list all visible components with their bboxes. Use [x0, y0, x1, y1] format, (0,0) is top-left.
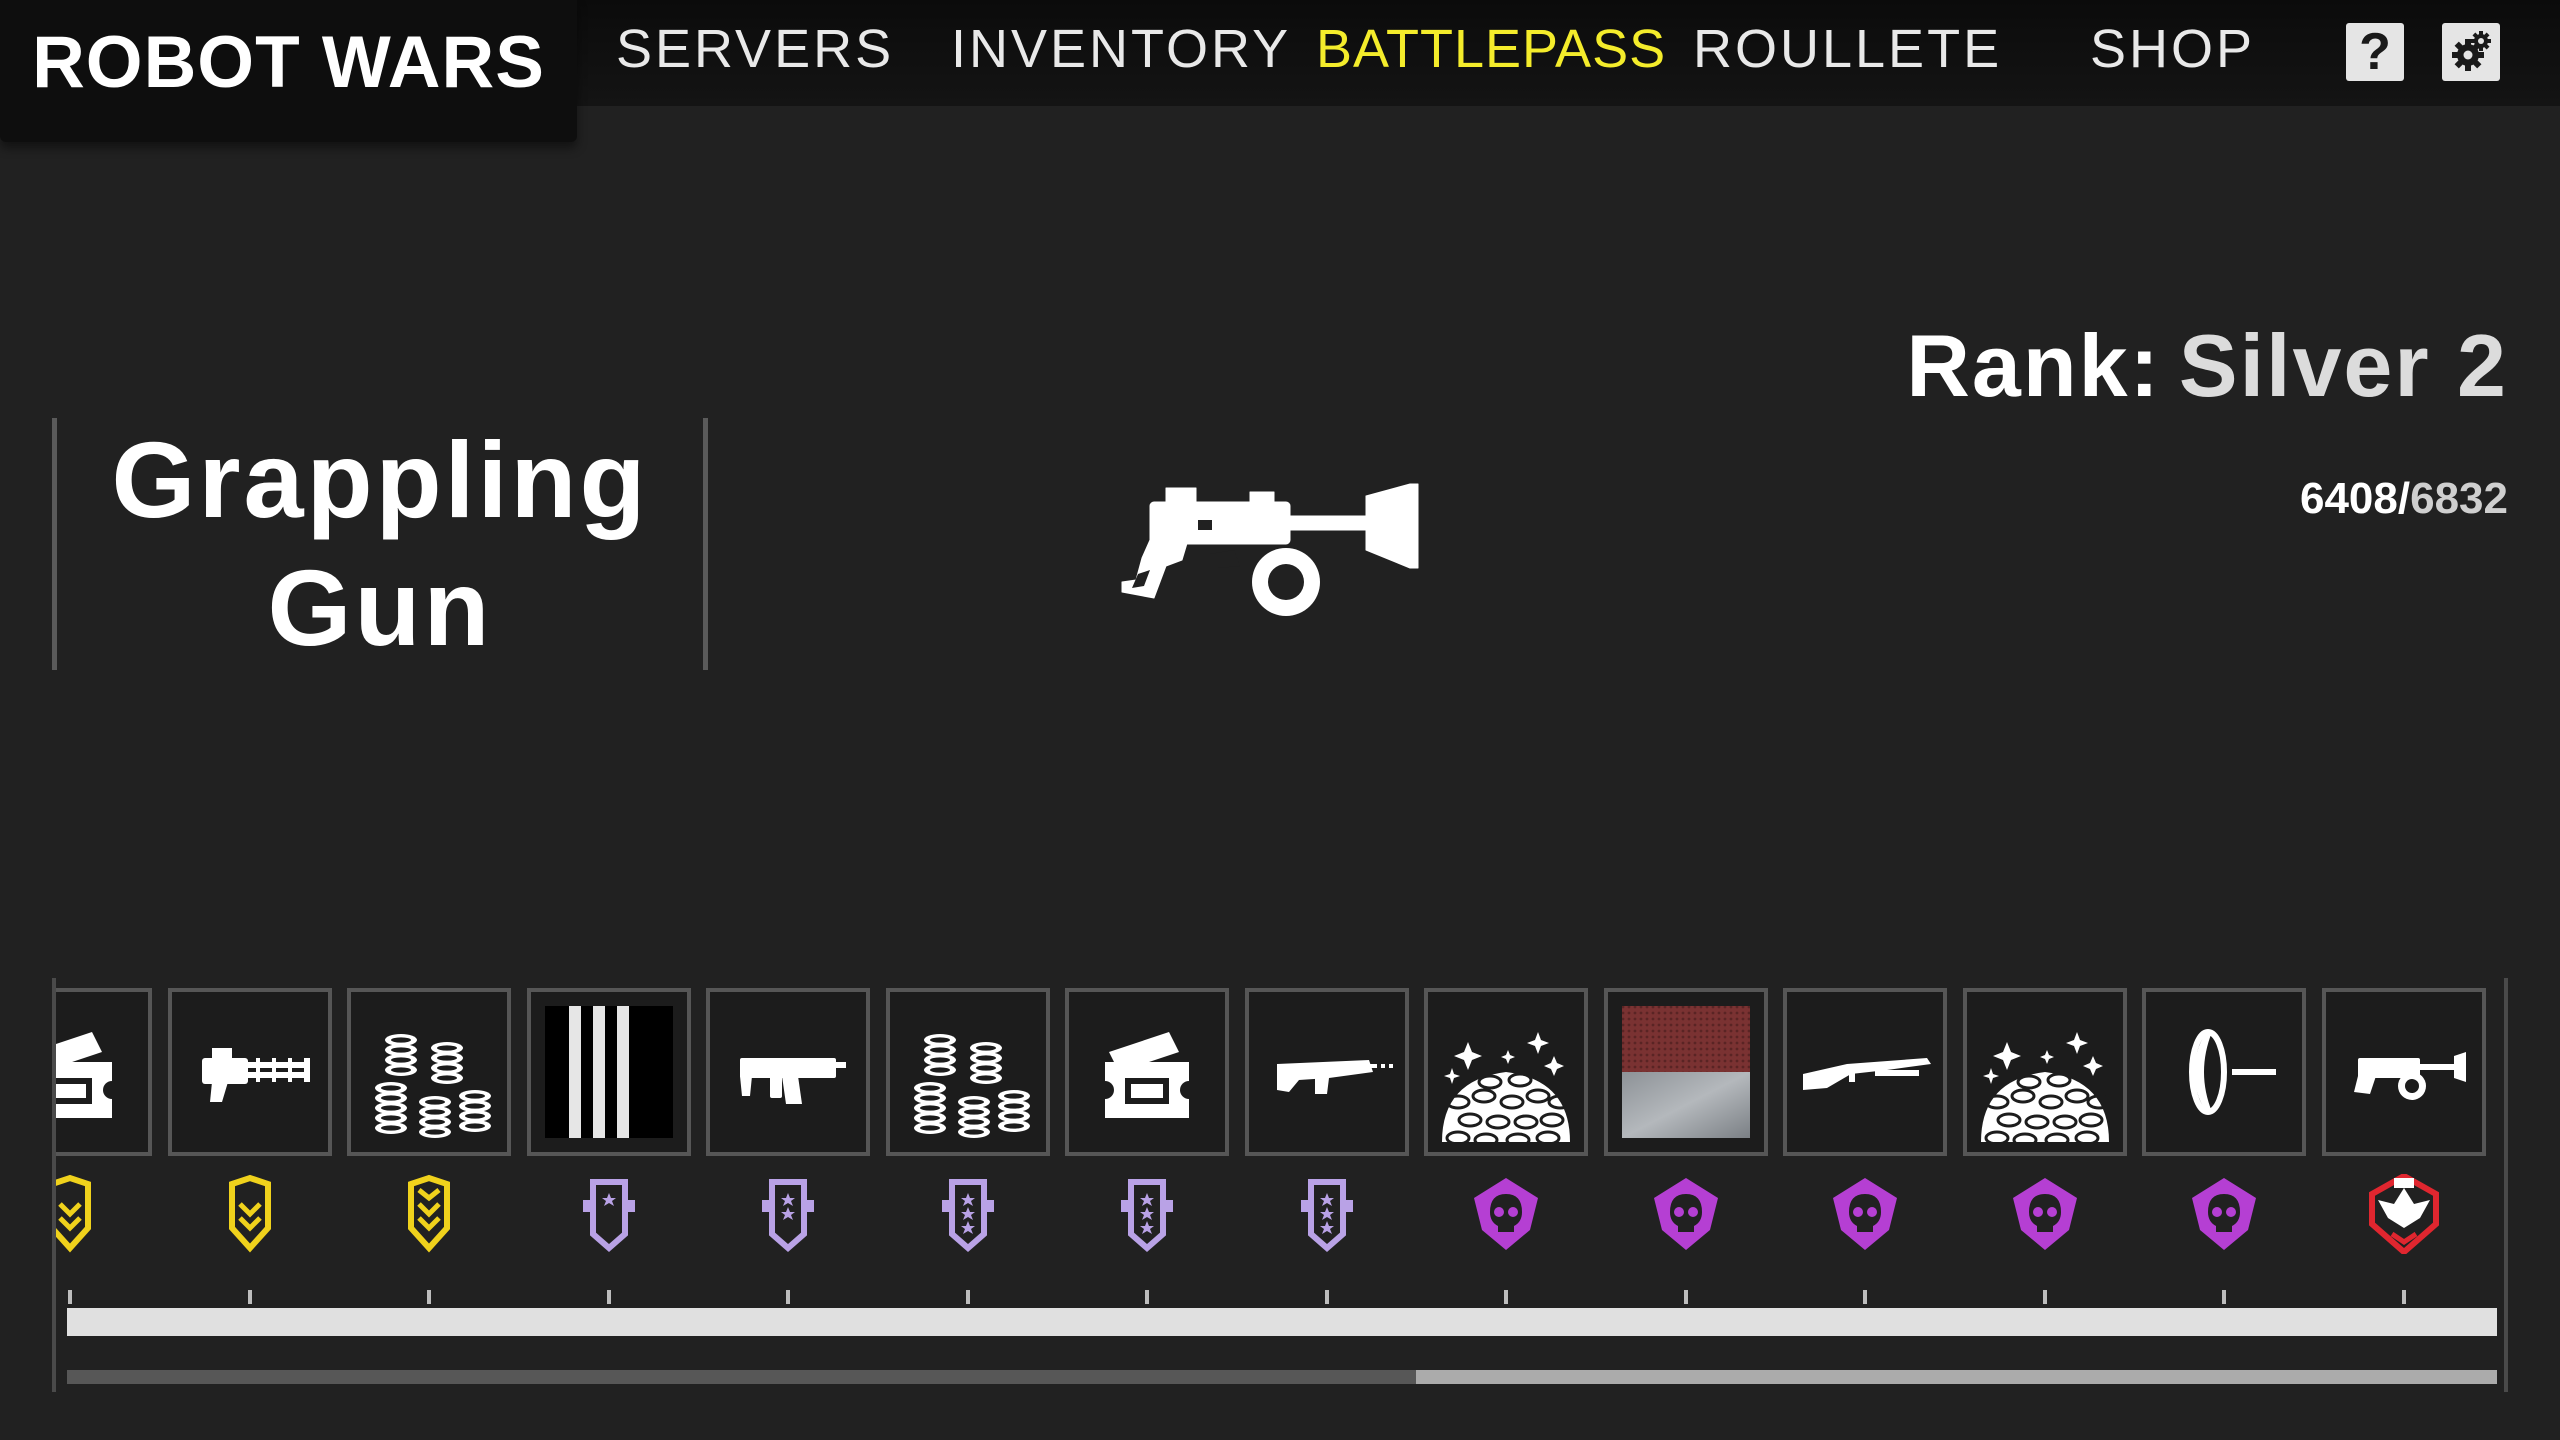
rank-badge-silver-5-icon	[1287, 1174, 1367, 1254]
reward-slot[interactable]	[706, 988, 870, 1156]
rank-badge-skull-5-icon	[2184, 1174, 2264, 1254]
xp-counter: 6408/6832	[2300, 474, 2508, 524]
tier-tick	[2222, 1290, 2226, 1304]
tier-tick	[68, 1290, 72, 1304]
rank-badge-silver-3-icon	[928, 1174, 1008, 1254]
rank-badge-gold-2-icon	[210, 1174, 290, 1254]
shotgun-icon	[1803, 1058, 1931, 1090]
rank-badge-silver-1-icon	[569, 1174, 649, 1254]
featured-item-panel: Grappling Gun	[52, 418, 708, 670]
rank-badge-gold-1-icon	[56, 1174, 110, 1254]
smg-icon	[740, 1058, 846, 1104]
nav-roulette[interactable]: ROULLETE	[1693, 18, 2002, 80]
track-scrollbar[interactable]	[67, 1370, 2497, 1384]
reward-slot[interactable]	[1424, 988, 1588, 1156]
rank-badge-elite-icon	[2364, 1172, 2444, 1256]
xp-required: 6832	[2410, 474, 2508, 523]
tier-tick	[1504, 1290, 1508, 1304]
gear-icon	[2452, 31, 2491, 71]
track-scrollbar-thumb[interactable]	[67, 1370, 1416, 1384]
tier-tick	[427, 1290, 431, 1304]
ticket-icon	[56, 1032, 121, 1118]
reward-slot[interactable]	[1603, 988, 1768, 1156]
reward-slot[interactable]	[1244, 988, 1409, 1156]
reward-slot[interactable]	[1962, 988, 2127, 1156]
rank-badge-gold-3-icon	[389, 1174, 469, 1254]
nav-battlepass[interactable]: BATTLEPASS	[1316, 18, 1666, 80]
reward-slot[interactable]	[2142, 988, 2306, 1156]
xp-separator: /	[2397, 474, 2411, 523]
reward-slot[interactable]	[167, 988, 332, 1156]
grappling-gun-icon	[2353, 1052, 2466, 1100]
stripes-skin-icon	[544, 1006, 673, 1138]
rank-badge-silver-4-icon	[1107, 1174, 1187, 1254]
nav-servers[interactable]: SERVERS	[616, 18, 894, 80]
battlepass-track[interactable]	[52, 978, 2508, 1392]
tier-tick	[786, 1290, 790, 1304]
rank-badge-skull-1-icon	[1466, 1174, 1546, 1254]
rank-display: Rank: Silver 2	[1906, 315, 2508, 417]
rank-label: Rank:	[1906, 316, 2161, 415]
tier-progress-bar	[67, 1308, 2497, 1336]
xp-current: 6408	[2299, 474, 2398, 523]
reward-slot[interactable]	[2321, 988, 2486, 1156]
rank-value: Silver 2	[2178, 316, 2508, 415]
help-icon: ?	[2359, 23, 2391, 81]
reward-slot[interactable]	[56, 988, 152, 1156]
help-button[interactable]: ?	[2346, 23, 2404, 81]
coin-pile-icon	[1442, 1032, 1573, 1148]
rank-badge-skull-4-icon	[2005, 1174, 2085, 1254]
game-logo: ROBOT WARS	[0, 0, 577, 142]
coin-stacks-icon	[913, 1034, 1030, 1138]
tier-tick	[1863, 1290, 1867, 1304]
tier-tick	[2401, 1290, 2406, 1304]
tier-tick	[247, 1290, 252, 1304]
minigun-icon	[201, 1048, 310, 1102]
tier-tick	[965, 1290, 970, 1304]
red-metal-skin-icon	[1621, 1006, 1750, 1138]
reward-slot[interactable]	[1065, 988, 1229, 1156]
nav-shop[interactable]: SHOP	[2090, 18, 2255, 80]
reward-slot[interactable]	[1783, 988, 1947, 1156]
featured-item-name: Grappling Gun	[111, 419, 649, 668]
coin-pile-icon	[1980, 1032, 2111, 1148]
ticket-icon	[1096, 1032, 1198, 1118]
tier-tick	[606, 1290, 611, 1304]
tier-tick	[2042, 1290, 2047, 1304]
tier-tick	[1324, 1290, 1329, 1304]
coin-stacks-icon	[375, 1034, 491, 1138]
rifle-icon	[1276, 1060, 1393, 1094]
rank-badge-skull-3-icon	[1825, 1174, 1905, 1254]
reward-slot[interactable]	[885, 988, 1050, 1156]
rank-badge-silver-2-icon	[748, 1174, 828, 1254]
nav-inventory[interactable]: INVENTORY	[951, 18, 1291, 80]
game-title: ROBOT WARS	[32, 21, 545, 103]
settings-button[interactable]	[2442, 23, 2500, 81]
plunger-icon	[2189, 1029, 2276, 1115]
reward-slot[interactable]	[526, 988, 691, 1156]
tier-tick	[1145, 1290, 1149, 1304]
rank-badge-skull-2-icon	[1646, 1174, 1726, 1254]
reward-slot[interactable]	[347, 988, 511, 1156]
tier-tick	[1683, 1290, 1688, 1304]
grappling-gun-icon	[1121, 483, 1419, 616]
